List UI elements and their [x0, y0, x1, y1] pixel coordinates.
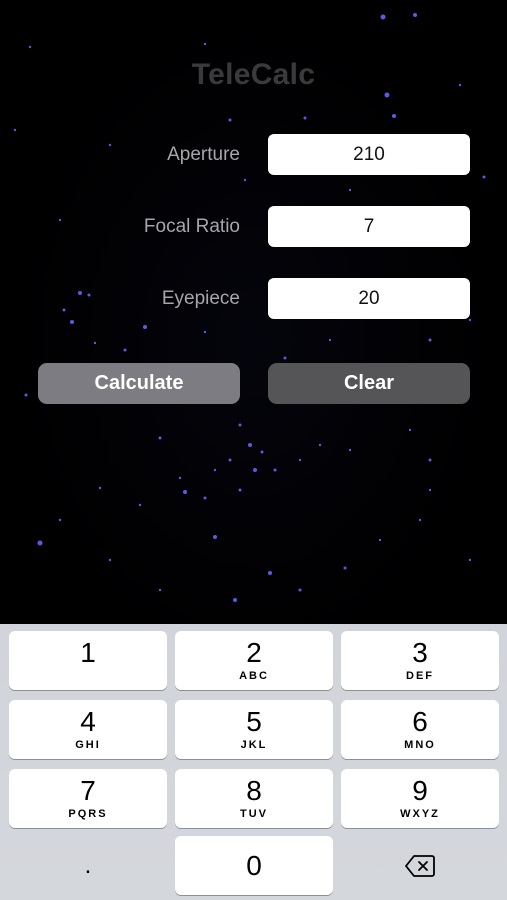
key-digit: 9	[412, 775, 428, 806]
key-letters: GHI	[75, 739, 101, 751]
key-digit: 1	[80, 637, 96, 668]
key-letters: PQRS	[68, 808, 108, 820]
key-letters: DEF	[406, 670, 434, 682]
key-digit: 7	[80, 775, 96, 806]
eyepiece-label: Eyepiece	[161, 288, 240, 309]
key-delete[interactable]	[341, 836, 499, 895]
key-digit: 6	[412, 706, 428, 737]
clear-button[interactable]: Clear	[268, 363, 470, 404]
calculate-button[interactable]: Calculate	[38, 363, 240, 404]
backspace-icon	[405, 854, 435, 877]
key-7[interactable]: 7 PQRS	[9, 769, 167, 828]
key-letters: JKL	[240, 739, 268, 751]
focal-ratio-label: Focal Ratio	[143, 216, 240, 237]
numeric-keypad: 1 2 ABC 3 DEF 4 GHI 5 JKL 6 MNO 7 PQRS 8…	[0, 624, 507, 900]
key-digit: 0	[246, 849, 262, 881]
key-decimal[interactable]: .	[9, 836, 167, 895]
key-letters: TUV	[240, 808, 268, 820]
key-digit: 5	[246, 706, 262, 737]
key-3[interactable]: 3 DEF	[341, 631, 499, 690]
key-letters: ABC	[239, 670, 269, 682]
key-8[interactable]: 8 TUV	[175, 769, 333, 828]
eyepiece-input[interactable]: 20	[268, 278, 470, 319]
focal-ratio-input[interactable]: 7	[268, 206, 470, 247]
key-6[interactable]: 6 MNO	[341, 700, 499, 759]
aperture-input[interactable]: 210	[268, 134, 470, 175]
telecalc-screen: TeleCalc Aperture 210 Focal Ratio 7 Eyep…	[0, 0, 507, 900]
key-1[interactable]: 1	[9, 631, 167, 690]
key-5[interactable]: 5 JKL	[175, 700, 333, 759]
key-digit: 4	[80, 706, 96, 737]
key-digit: 3	[412, 637, 428, 668]
key-letters: WXYZ	[400, 808, 440, 820]
key-0[interactable]: 0	[175, 836, 333, 895]
decimal-point: .	[84, 851, 92, 879]
key-2[interactable]: 2 ABC	[175, 631, 333, 690]
key-4[interactable]: 4 GHI	[9, 700, 167, 759]
key-digit: 2	[246, 637, 262, 668]
key-letters: MNO	[404, 739, 436, 751]
key-9[interactable]: 9 WXYZ	[341, 769, 499, 828]
aperture-label: Aperture	[167, 144, 240, 165]
key-digit: 8	[246, 775, 262, 806]
app-title: TeleCalc	[191, 58, 316, 91]
